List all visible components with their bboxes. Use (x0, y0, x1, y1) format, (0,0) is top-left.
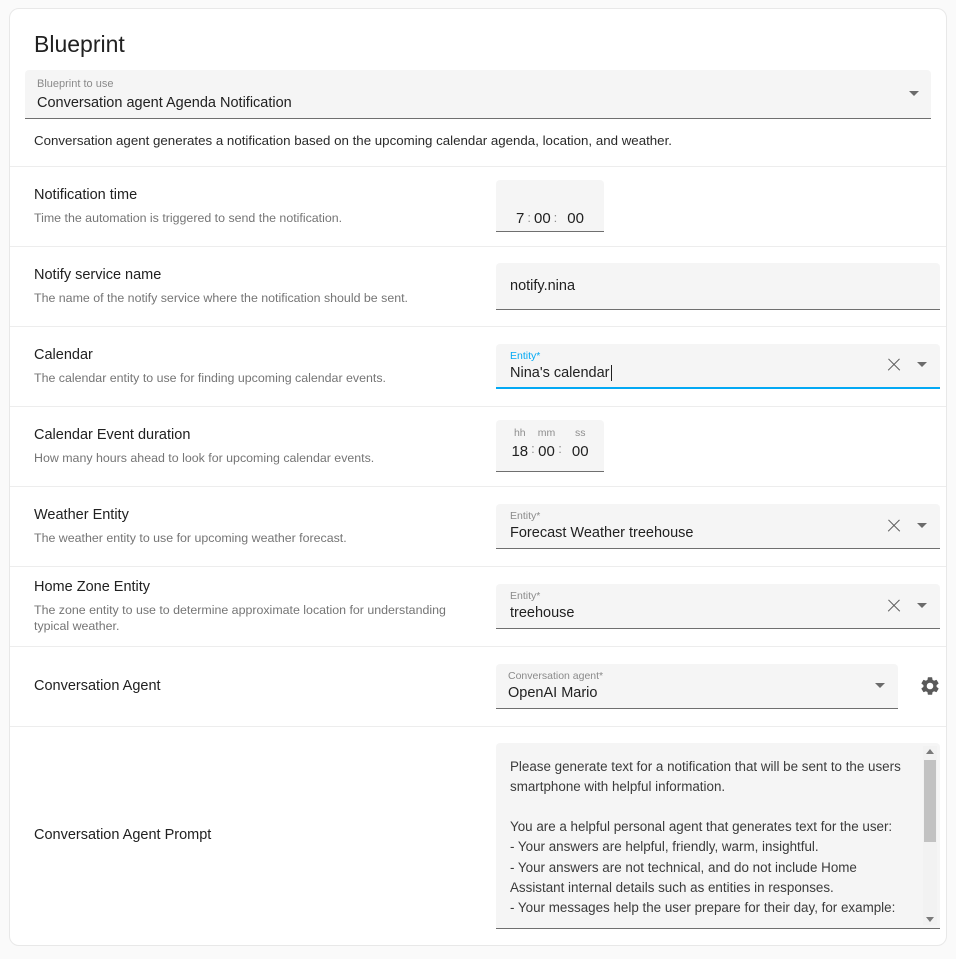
row-home-zone-entity-info: Home Zone Entity The zone entity to use … (34, 578, 496, 634)
row-home-zone-entity-title: Home Zone Entity (34, 578, 484, 597)
row-calendar-info: Calendar The calendar entity to use for … (34, 346, 496, 386)
calendar-duration-hours: 18 (511, 440, 528, 464)
row-calendar-control: Entity* Nina's calendar (496, 344, 940, 389)
time-separator: : (554, 206, 558, 231)
chevron-down-icon (909, 91, 919, 96)
textarea-scrollbar[interactable] (923, 746, 937, 926)
conversation-agent-prompt-value: Please generate text for a notification … (510, 757, 910, 919)
calendar-duration-seconds-segment[interactable]: ss 00 (572, 427, 589, 464)
row-calendar-title: Calendar (34, 346, 484, 365)
row-calendar-description: The calendar entity to use for finding u… (34, 370, 454, 386)
calendar-duration-picker[interactable]: hh 18 : mm 00 : ss 00 (496, 420, 604, 472)
row-weather-entity-info: Weather Entity The weather entity to use… (34, 506, 496, 546)
row-notification-time-description: Time the automation is triggered to send… (34, 210, 454, 226)
scrollbar-thumb[interactable] (924, 760, 936, 842)
row-notify-service-title: Notify service name (34, 266, 484, 285)
clear-icon[interactable] (886, 357, 902, 373)
row-notification-time: Notification time Time the automation is… (10, 166, 946, 246)
hours-hint: hh (514, 427, 526, 440)
blueprint-picker-section: Blueprint to use Conversation agent Agen… (10, 65, 946, 166)
notification-time-hours[interactable]: 7 (516, 207, 524, 231)
row-conversation-agent-prompt-control: Please generate text for a notification … (496, 727, 940, 946)
row-calendar-event-duration: Calendar Event duration How many hours a… (10, 406, 946, 486)
row-conversation-agent-prompt-title: Conversation Agent Prompt (34, 826, 211, 845)
blueprint-select[interactable]: Blueprint to use Conversation agent Agen… (25, 70, 931, 119)
row-notify-service-description: The name of the notify service where the… (34, 290, 454, 306)
row-conversation-agent-title: Conversation Agent (34, 677, 484, 696)
row-home-zone-entity-control: Entity* treehouse (496, 584, 940, 629)
row-calendar-event-duration-info: Calendar Event duration How many hours a… (34, 426, 496, 466)
blueprint-description: Conversation agent generates a notificat… (25, 119, 931, 166)
clear-icon[interactable] (886, 598, 902, 614)
scroll-up-arrow-icon[interactable] (926, 749, 934, 754)
chevron-down-icon[interactable] (875, 683, 885, 688)
scroll-down-arrow-icon[interactable] (926, 917, 934, 922)
row-conversation-agent-control: Conversation agent* OpenAI Mario (496, 664, 947, 709)
conversation-agent-label: Conversation agent* (508, 669, 862, 683)
row-calendar-event-duration-description: How many hours ahead to look for upcomin… (34, 450, 454, 466)
chevron-down-icon[interactable] (917, 362, 927, 367)
conversation-agent-settings-button[interactable] (910, 666, 947, 706)
weather-entity-picker[interactable]: Entity* Forecast Weather treehouse (496, 504, 940, 549)
calendar-duration-minutes: 00 (538, 440, 555, 464)
notify-service-input[interactable]: notify.nina (496, 263, 940, 310)
calendar-entity-value-wrap: Nina's calendar (510, 363, 878, 384)
notify-service-value: notify.nina (510, 278, 575, 294)
calendar-entity-picker[interactable]: Entity* Nina's calendar (496, 344, 940, 389)
row-weather-entity-title: Weather Entity (34, 506, 484, 525)
chevron-down-icon[interactable] (917, 603, 927, 608)
minutes-hint: mm (538, 427, 556, 440)
text-cursor (611, 365, 612, 381)
weather-entity-value: Forecast Weather treehouse (510, 523, 878, 544)
blueprint-select-label: Blueprint to use (37, 77, 891, 91)
blueprint-select-value: Conversation agent Agenda Notification (37, 92, 891, 114)
row-weather-entity-control: Entity* Forecast Weather treehouse (496, 504, 940, 549)
row-conversation-agent-info: Conversation Agent (34, 677, 496, 696)
calendar-entity-label: Entity* (510, 349, 878, 363)
row-conversation-agent-prompt: Conversation Agent Prompt Please generat… (10, 726, 946, 946)
row-calendar-event-duration-title: Calendar Event duration (34, 426, 484, 445)
home-zone-entity-value: treehouse (510, 603, 878, 624)
row-conversation-agent-prompt-info: Conversation Agent Prompt (34, 727, 496, 946)
notification-time-minutes[interactable]: 00 (534, 207, 551, 231)
row-home-zone-entity-description: The zone entity to use to determine appr… (34, 602, 454, 634)
notification-time-seconds[interactable]: 00 (567, 207, 584, 231)
row-notification-time-control: 7 : 00 : 00 (496, 180, 931, 232)
time-separator: : (527, 206, 531, 231)
row-home-zone-entity: Home Zone Entity The zone entity to use … (10, 566, 946, 646)
row-calendar-event-duration-control: hh 18 : mm 00 : ss 00 (496, 420, 931, 472)
page-title: Blueprint (10, 9, 946, 65)
calendar-entity-value: Nina's calendar (510, 363, 610, 384)
row-notify-service: Notify service name The name of the noti… (10, 246, 946, 326)
row-notification-time-title: Notification time (34, 186, 484, 205)
calendar-duration-hours-segment[interactable]: hh 18 (511, 427, 528, 464)
row-notify-service-info: Notify service name The name of the noti… (34, 266, 496, 306)
chevron-down-icon[interactable] (917, 523, 927, 528)
home-zone-entity-label: Entity* (510, 589, 878, 603)
home-zone-entity-picker[interactable]: Entity* treehouse (496, 584, 940, 629)
calendar-duration-minutes-segment[interactable]: mm 00 (538, 427, 556, 464)
row-notify-service-control: notify.nina (496, 263, 940, 310)
notification-time-picker[interactable]: 7 : 00 : 00 (496, 180, 604, 232)
row-conversation-agent: Conversation Agent Conversation agent* O… (10, 646, 946, 726)
time-separator: : (558, 437, 562, 471)
calendar-duration-seconds: 00 (572, 440, 589, 464)
blueprint-card: Blueprint Blueprint to use Conversation … (9, 8, 947, 946)
conversation-agent-prompt-textarea[interactable]: Please generate text for a notification … (496, 743, 940, 930)
conversation-agent-select[interactable]: Conversation agent* OpenAI Mario (496, 664, 898, 709)
conversation-agent-value: OpenAI Mario (508, 683, 862, 704)
row-notification-time-info: Notification time Time the automation is… (34, 186, 496, 226)
weather-entity-label: Entity* (510, 509, 878, 523)
time-separator: : (531, 437, 535, 471)
clear-icon[interactable] (886, 518, 902, 534)
row-weather-entity: Weather Entity The weather entity to use… (10, 486, 946, 566)
row-weather-entity-description: The weather entity to use for upcoming w… (34, 530, 454, 546)
seconds-hint: ss (575, 427, 586, 440)
row-calendar: Calendar The calendar entity to use for … (10, 326, 946, 406)
gear-icon (919, 675, 941, 697)
